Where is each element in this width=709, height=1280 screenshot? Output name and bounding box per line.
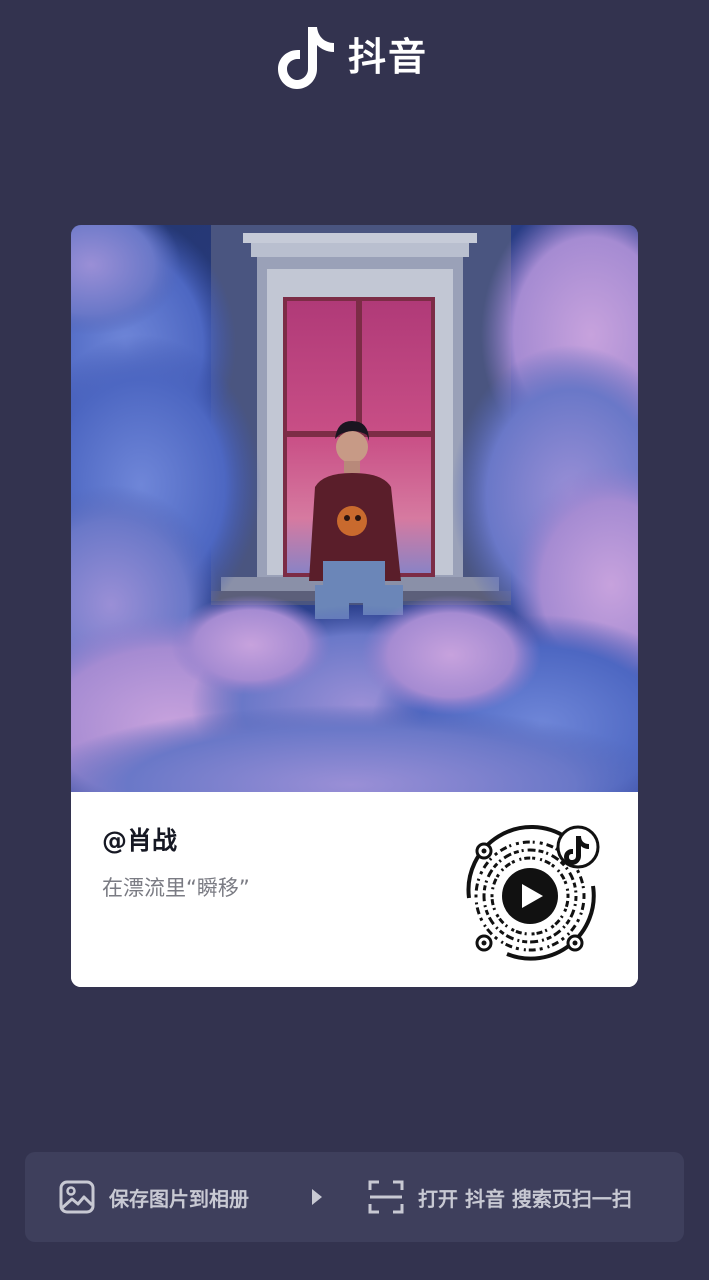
brand-name: 抖音 (348, 35, 429, 79)
douyin-note-icon (278, 27, 334, 89)
save-to-album-label: 保存图片到相册 (109, 1186, 249, 1211)
video-cover-image[interactable] (71, 225, 638, 792)
scan-frame-icon (368, 1180, 404, 1214)
douyin-logo: 抖音 (278, 22, 428, 92)
card-info: @肖战 在漂流里“瞬移” (71, 792, 638, 987)
qr-finder-top-left (475, 842, 493, 860)
douyin-badge-icon (556, 825, 600, 869)
image-icon (59, 1180, 95, 1214)
video-caption: 在漂流里“瞬移” (102, 876, 250, 900)
scan-instruction-label: 打开 抖音 搜索页扫一扫 (418, 1186, 632, 1211)
author-username[interactable]: @肖战 (102, 826, 177, 856)
bottom-action-bar: 保存图片到相册 打开 抖音 搜索页扫一扫 (25, 1152, 684, 1242)
scan-in-douyin-button[interactable]: 打开 抖音 搜索页扫一扫 (368, 1152, 632, 1242)
play-icon (502, 868, 558, 924)
qr-finder-bottom-left (475, 934, 493, 952)
share-card[interactable]: @肖战 在漂流里“瞬移” (71, 225, 638, 987)
save-to-album-button[interactable]: 保存图片到相册 (59, 1152, 249, 1242)
qr-finder-bottom-right (566, 934, 584, 952)
douyin-qr-code (457, 816, 607, 966)
triangle-right-icon (312, 1189, 322, 1205)
